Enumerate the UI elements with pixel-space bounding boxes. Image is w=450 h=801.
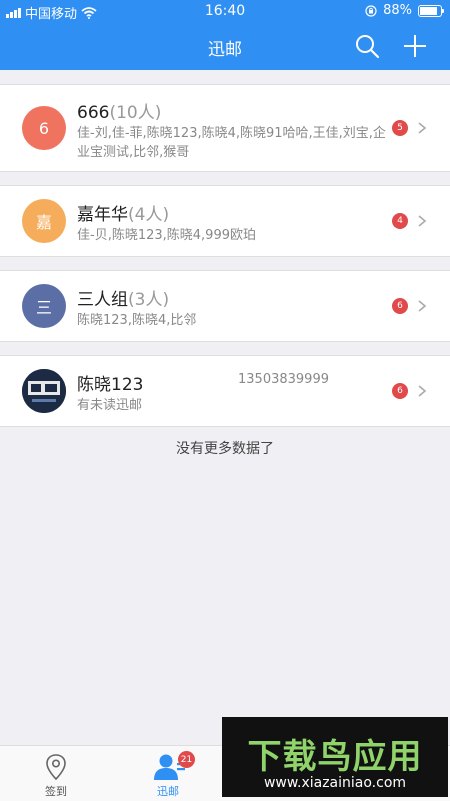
battery-percent: 88%	[383, 3, 412, 18]
unread-badge: 6	[392, 383, 408, 399]
unread-badge: 6	[392, 298, 408, 314]
group-avatar: 6	[22, 106, 66, 150]
unread-badge: 5	[392, 120, 408, 136]
conversation-title: 嘉年华(4人)	[77, 200, 169, 225]
conversation-item[interactable]: 三 三人组(3人) 陈晓123,陈晓4,比邻 6	[0, 270, 450, 342]
avatar-image-icon	[22, 369, 66, 413]
no-more-data-text: 没有更多数据了	[176, 441, 274, 457]
chevron-right-icon	[418, 385, 427, 397]
search-icon[interactable]	[354, 33, 380, 59]
unread-badge: 4	[392, 213, 408, 229]
conversation-name: 嘉年华	[77, 205, 128, 225]
page-title: 迅邮	[208, 40, 242, 60]
conversation-list: 6 666(10人) 佳-刘,佳-菲,陈晓123,陈晓4,陈晓91哈哈,王佳,刘…	[0, 84, 450, 440]
contact-avatar	[22, 369, 66, 413]
status-bar: 中国移动 16:40 88%	[0, 0, 450, 22]
conversation-item[interactable]: 陈晓123 13503839999 有未读迅邮 6	[0, 355, 450, 427]
member-count: (3人)	[128, 290, 170, 310]
top-bar: 中国移动 16:40 88% 迅邮	[0, 0, 450, 70]
chevron-right-icon	[418, 300, 427, 312]
tab-label: 签到	[45, 785, 67, 798]
group-avatar: 三	[22, 284, 66, 328]
location-pin-icon	[46, 754, 66, 781]
battery-icon	[418, 4, 444, 17]
watermark-logo: 下载鸟应用	[247, 737, 423, 777]
member-list: 佳-刘,佳-菲,陈晓123,陈晓4,陈晓91哈哈,王佳,刘宝,企业宝测试,比邻,…	[77, 126, 386, 160]
member-list: 佳-贝,陈晓123,陈晓4,999欧珀	[77, 228, 256, 243]
member-list: 陈晓123,陈晓4,比邻	[77, 313, 197, 328]
group-avatar: 嘉	[22, 199, 66, 243]
watermark-url: www.xiazainiao.com	[263, 775, 407, 791]
tab-xunyou[interactable]: 21 迅邮	[112, 746, 224, 801]
conversation-name: 陈晓123	[77, 375, 144, 395]
chevron-right-icon	[418, 122, 427, 134]
contact-phone: 13503839999	[238, 372, 329, 387]
message-preview: 有未读迅邮	[77, 398, 143, 413]
tab-badge: 21	[178, 751, 195, 768]
conversation-name: 三人组	[77, 290, 128, 310]
conversation-item[interactable]: 6 666(10人) 佳-刘,佳-菲,陈晓123,陈晓4,陈晓91哈哈,王佳,刘…	[0, 84, 450, 172]
conversation-name: 666	[77, 103, 110, 123]
member-count: (4人)	[128, 205, 170, 225]
conversation-title: 三人组(3人)	[77, 285, 169, 310]
member-count: (10人)	[109, 103, 162, 123]
nav-bar: 迅邮	[0, 22, 450, 70]
conversation-item[interactable]: 嘉 嘉年华(4人) 佳-贝,陈晓123,陈晓4,999欧珀 4	[0, 185, 450, 257]
chevron-right-icon	[418, 215, 427, 227]
plus-icon[interactable]	[402, 33, 428, 59]
tab-checkin[interactable]: 签到	[0, 746, 112, 801]
orientation-lock-icon	[365, 4, 377, 17]
conversation-title: 666(10人)	[77, 98, 161, 123]
tab-label: 迅邮	[157, 785, 179, 798]
watermark-banner: 下载鸟应用 www.xiazainiao.com	[222, 717, 448, 797]
